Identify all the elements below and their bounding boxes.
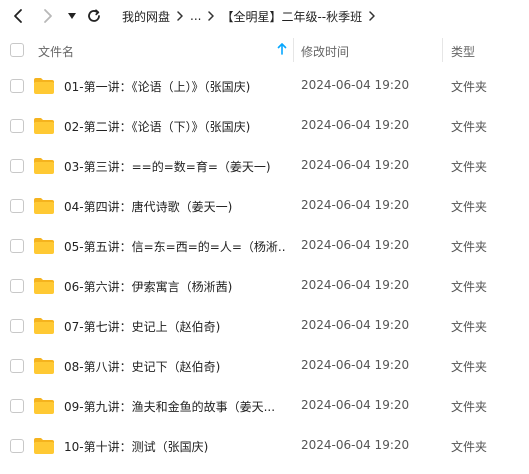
file-type: 文件夹 bbox=[451, 80, 488, 94]
file-modified-time: 2024-06-04 19:20 bbox=[301, 78, 410, 92]
chevron-right-icon bbox=[369, 11, 375, 21]
file-row[interactable]: 06-第六讲：伊索寓言（杨淅茜) 2024-06-04 19:20 文件夹 bbox=[0, 266, 529, 306]
caret-down-icon bbox=[68, 13, 76, 19]
folder-icon bbox=[34, 198, 54, 214]
file-name[interactable]: 03-第三讲：==的=数=育=（姜天一) bbox=[64, 158, 286, 175]
file-modified-time: 2024-06-04 19:20 bbox=[301, 198, 410, 212]
file-name[interactable]: 01-第一讲：《论语（上）》（张国庆) bbox=[64, 78, 286, 95]
file-type: 文件夹 bbox=[451, 400, 488, 414]
file-modified-time: 2024-06-04 19:20 bbox=[301, 118, 410, 132]
file-name[interactable]: 07-第七讲：史记上（赵伯奇) bbox=[64, 318, 286, 335]
folder-icon bbox=[34, 358, 54, 374]
column-divider[interactable] bbox=[293, 38, 294, 62]
file-name[interactable]: 09-第九讲：渔夫和金鱼的故事（姜天... bbox=[64, 398, 286, 415]
file-row[interactable]: 08-第八讲：史记下（赵伯奇) 2024-06-04 19:20 文件夹 bbox=[0, 346, 529, 386]
folder-icon bbox=[34, 78, 54, 94]
file-modified-time: 2024-06-04 19:20 bbox=[301, 238, 410, 252]
breadcrumb-separator bbox=[170, 11, 190, 21]
nav-bar: 我的网盘 ... 【全明星】二年级--秋季班 bbox=[0, 0, 529, 32]
file-modified-time: 2024-06-04 19:20 bbox=[301, 278, 410, 292]
file-row[interactable]: 03-第三讲：==的=数=育=（姜天一) 2024-06-04 19:20 文件… bbox=[0, 146, 529, 186]
file-modified-time: 2024-06-04 19:20 bbox=[301, 358, 410, 372]
file-name[interactable]: 06-第六讲：伊索寓言（杨淅茜) bbox=[64, 278, 286, 295]
file-type: 文件夹 bbox=[451, 360, 488, 374]
refresh-icon bbox=[88, 9, 100, 22]
chevron-left-icon bbox=[14, 9, 22, 23]
file-type: 文件夹 bbox=[451, 120, 488, 134]
select-all-checkbox[interactable] bbox=[10, 43, 24, 57]
row-checkbox[interactable] bbox=[10, 319, 24, 333]
column-header-modified[interactable]: 修改时间 bbox=[301, 43, 349, 60]
breadcrumb-item-my-drive[interactable]: 我的网盘 bbox=[122, 8, 170, 25]
folder-icon bbox=[34, 278, 54, 294]
file-modified-time: 2024-06-04 19:20 bbox=[301, 318, 410, 332]
file-name[interactable]: 02-第二讲：《论语（下）》（张国庆) bbox=[64, 118, 286, 135]
file-name[interactable]: 05-第五讲：信=东=西=的=人=（杨淅... bbox=[64, 238, 286, 255]
row-checkbox[interactable] bbox=[10, 399, 24, 413]
file-row[interactable]: 07-第七讲：史记上（赵伯奇) 2024-06-04 19:20 文件夹 bbox=[0, 306, 529, 346]
refresh-button[interactable] bbox=[84, 6, 104, 26]
folder-icon bbox=[34, 318, 54, 334]
row-checkbox[interactable] bbox=[10, 279, 24, 293]
forward-button[interactable] bbox=[38, 6, 58, 26]
file-type: 文件夹 bbox=[451, 280, 488, 294]
file-modified-time: 2024-06-04 19:20 bbox=[301, 158, 410, 172]
folder-icon bbox=[34, 438, 54, 454]
file-type: 文件夹 bbox=[451, 200, 488, 214]
folder-icon bbox=[34, 158, 54, 174]
file-name[interactable]: 04-第四讲：唐代诗歌（姜天一) bbox=[64, 198, 286, 215]
file-type: 文件夹 bbox=[451, 440, 488, 454]
file-modified-time: 2024-06-04 19:20 bbox=[301, 438, 410, 452]
row-checkbox[interactable] bbox=[10, 239, 24, 253]
column-divider[interactable] bbox=[442, 38, 443, 62]
back-button[interactable] bbox=[8, 6, 28, 26]
folder-icon bbox=[34, 398, 54, 414]
row-checkbox[interactable] bbox=[10, 439, 24, 453]
chevron-right-icon bbox=[208, 11, 215, 21]
file-modified-time: 2024-06-04 19:20 bbox=[301, 398, 410, 412]
breadcrumb: 我的网盘 ... 【全明星】二年级--秋季班 bbox=[122, 0, 382, 32]
row-checkbox[interactable] bbox=[10, 199, 24, 213]
file-type: 文件夹 bbox=[451, 240, 488, 254]
history-dropdown-button[interactable] bbox=[62, 6, 82, 26]
folder-icon bbox=[34, 118, 54, 134]
file-row[interactable]: 09-第九讲：渔夫和金鱼的故事（姜天... 2024-06-04 19:20 文… bbox=[0, 386, 529, 426]
file-type: 文件夹 bbox=[451, 320, 488, 334]
breadcrumb-separator bbox=[362, 11, 382, 21]
file-row[interactable]: 05-第五讲：信=东=西=的=人=（杨淅... 2024-06-04 19:20… bbox=[0, 226, 529, 266]
row-checkbox[interactable] bbox=[10, 79, 24, 93]
chevron-right-icon bbox=[177, 11, 183, 21]
file-name[interactable]: 10-第十讲：测试（张国庆) bbox=[64, 438, 286, 455]
file-list-header: 文件名 修改时间 类型 bbox=[0, 34, 529, 66]
column-header-type[interactable]: 类型 bbox=[451, 43, 475, 60]
file-name[interactable]: 08-第八讲：史记下（赵伯奇) bbox=[64, 358, 286, 375]
breadcrumb-item-ellipsis[interactable]: ... bbox=[190, 9, 201, 23]
row-checkbox[interactable] bbox=[10, 359, 24, 373]
file-list: 01-第一讲：《论语（上）》（张国庆) 2024-06-04 19:20 文件夹… bbox=[0, 66, 529, 466]
row-checkbox[interactable] bbox=[10, 159, 24, 173]
file-row[interactable]: 10-第十讲：测试（张国庆) 2024-06-04 19:20 文件夹 bbox=[0, 426, 529, 466]
column-header-name[interactable]: 文件名 bbox=[38, 43, 74, 60]
breadcrumb-separator bbox=[201, 11, 221, 21]
sort-arrow-up-icon[interactable] bbox=[277, 43, 287, 58]
row-checkbox[interactable] bbox=[10, 119, 24, 133]
file-row[interactable]: 04-第四讲：唐代诗歌（姜天一) 2024-06-04 19:20 文件夹 bbox=[0, 186, 529, 226]
file-row[interactable]: 02-第二讲：《论语（下）》（张国庆) 2024-06-04 19:20 文件夹 bbox=[0, 106, 529, 146]
file-type: 文件夹 bbox=[451, 160, 488, 174]
file-row[interactable]: 01-第一讲：《论语（上）》（张国庆) 2024-06-04 19:20 文件夹 bbox=[0, 66, 529, 106]
file-browser: 我的网盘 ... 【全明星】二年级--秋季班 文件名 修改时间 类型 01-第一… bbox=[0, 0, 529, 474]
breadcrumb-item-current-folder[interactable]: 【全明星】二年级--秋季班 bbox=[221, 8, 362, 25]
chevron-right-icon bbox=[44, 9, 52, 23]
folder-icon bbox=[34, 238, 54, 254]
